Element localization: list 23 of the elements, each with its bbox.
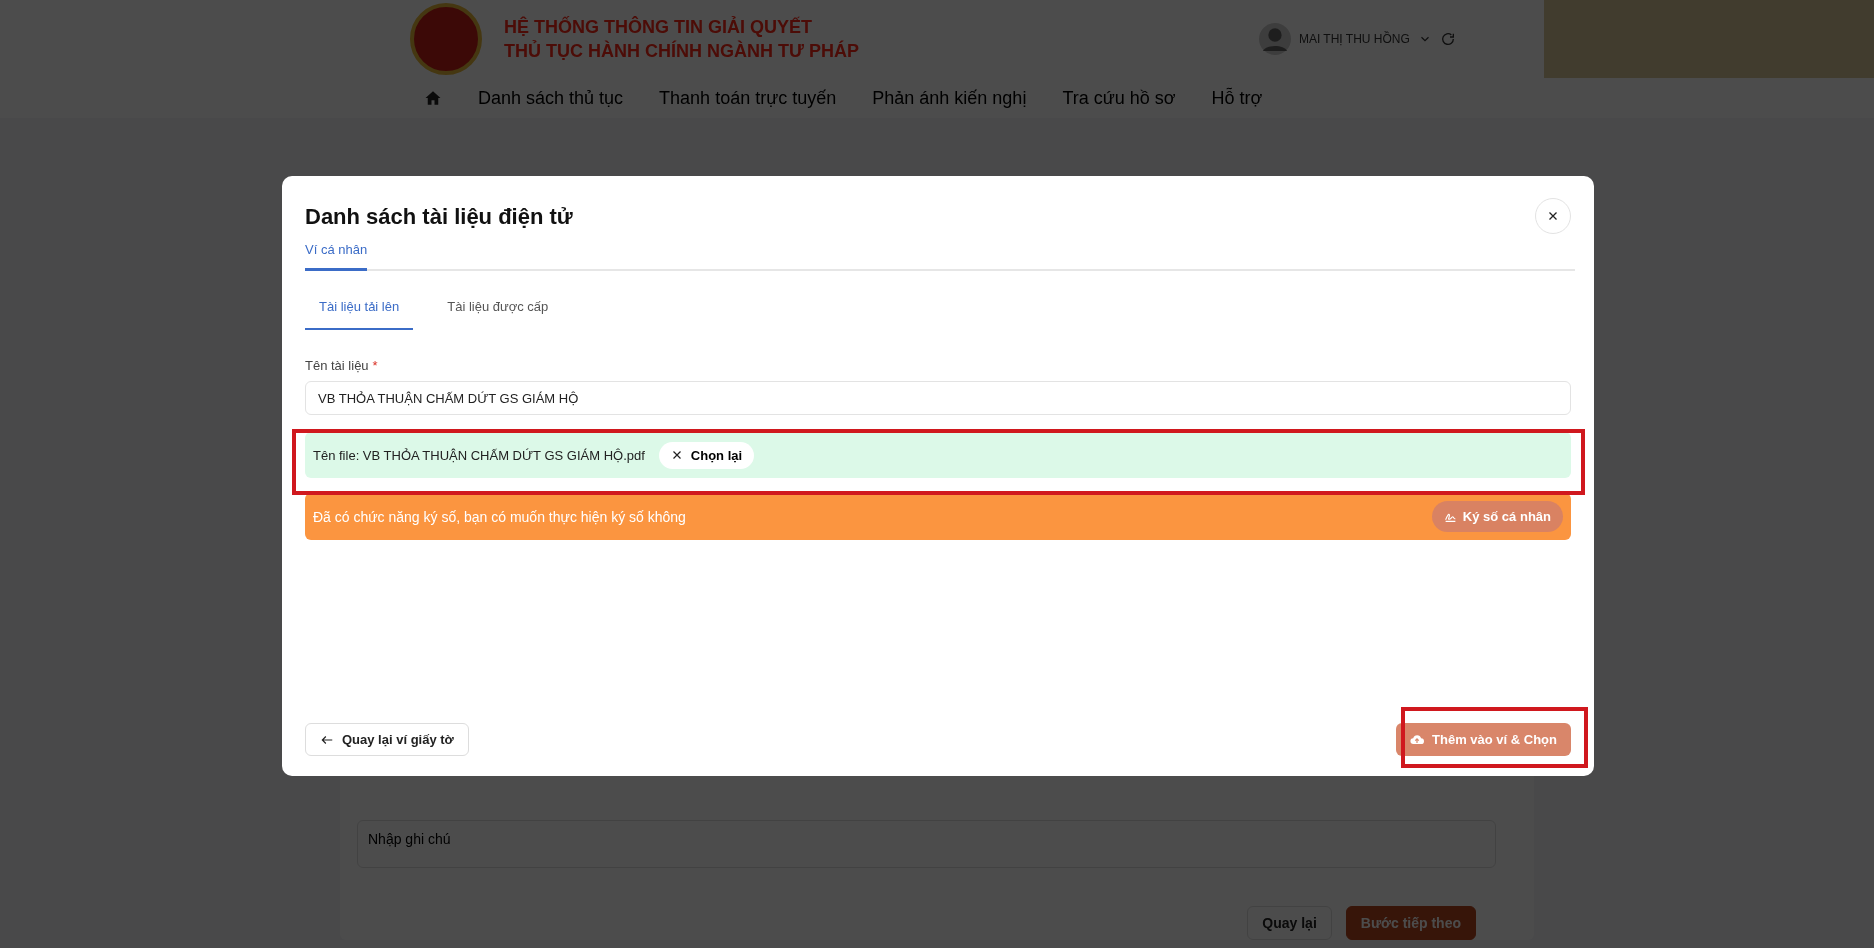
tab[interactable]: Tài liệu tải lên: [305, 291, 414, 330]
close-button[interactable]: [1535, 198, 1571, 234]
tab[interactable]: Ví cá nhân: [305, 238, 368, 271]
user-name[interactable]: MAI THỊ THU HỒNG: [1298, 32, 1410, 46]
site-title: THỦ TỤC HÀNH CHÍNH NGÀNH TƯ PHÁP: [504, 39, 859, 63]
input-field[interactable]: VB THỎA THUẬN CHẤM DỨT GS GIÁM HỘ: [305, 381, 1571, 415]
close-icon: [670, 449, 683, 461]
sign-button[interactable]: Ký số cá nhân: [1431, 501, 1563, 532]
field-label: Tên tài liệu: [305, 358, 369, 373]
tab[interactable]: Tài liệu được cấp: [433, 291, 563, 330]
cloud-upload-icon: [1410, 732, 1425, 747]
nav-link[interactable]: Hỗ trợ: [1211, 87, 1263, 109]
site-title: HỆ THỐNG THÔNG TIN GIẢI QUYẾT: [504, 15, 813, 39]
nav-link[interactable]: Danh sách thủ tục: [478, 87, 624, 109]
file-name: Tên file: VB THỎA THUẬN CHẤM DỨT GS GIÁM HỘ.pdf: [313, 447, 645, 463]
dialog-title: Danh sách tài liệu điện tử: [305, 204, 573, 230]
back-button[interactable]: Quay lại ví giấy tờ: [305, 723, 469, 756]
reselect-button[interactable]: Chọn lại: [658, 441, 755, 469]
add-button[interactable]: Thêm vào ví & Chọn: [1396, 723, 1571, 756]
nav-link[interactable]: Phản ánh kiến nghị: [872, 87, 1027, 109]
banner-text: Đã có chức năng ký số, bạn có muốn thực hiện ký số không: [313, 508, 686, 525]
required-mark: *: [372, 358, 378, 373]
nav-link[interactable]: Thanh toán trực tuyến: [659, 87, 837, 109]
